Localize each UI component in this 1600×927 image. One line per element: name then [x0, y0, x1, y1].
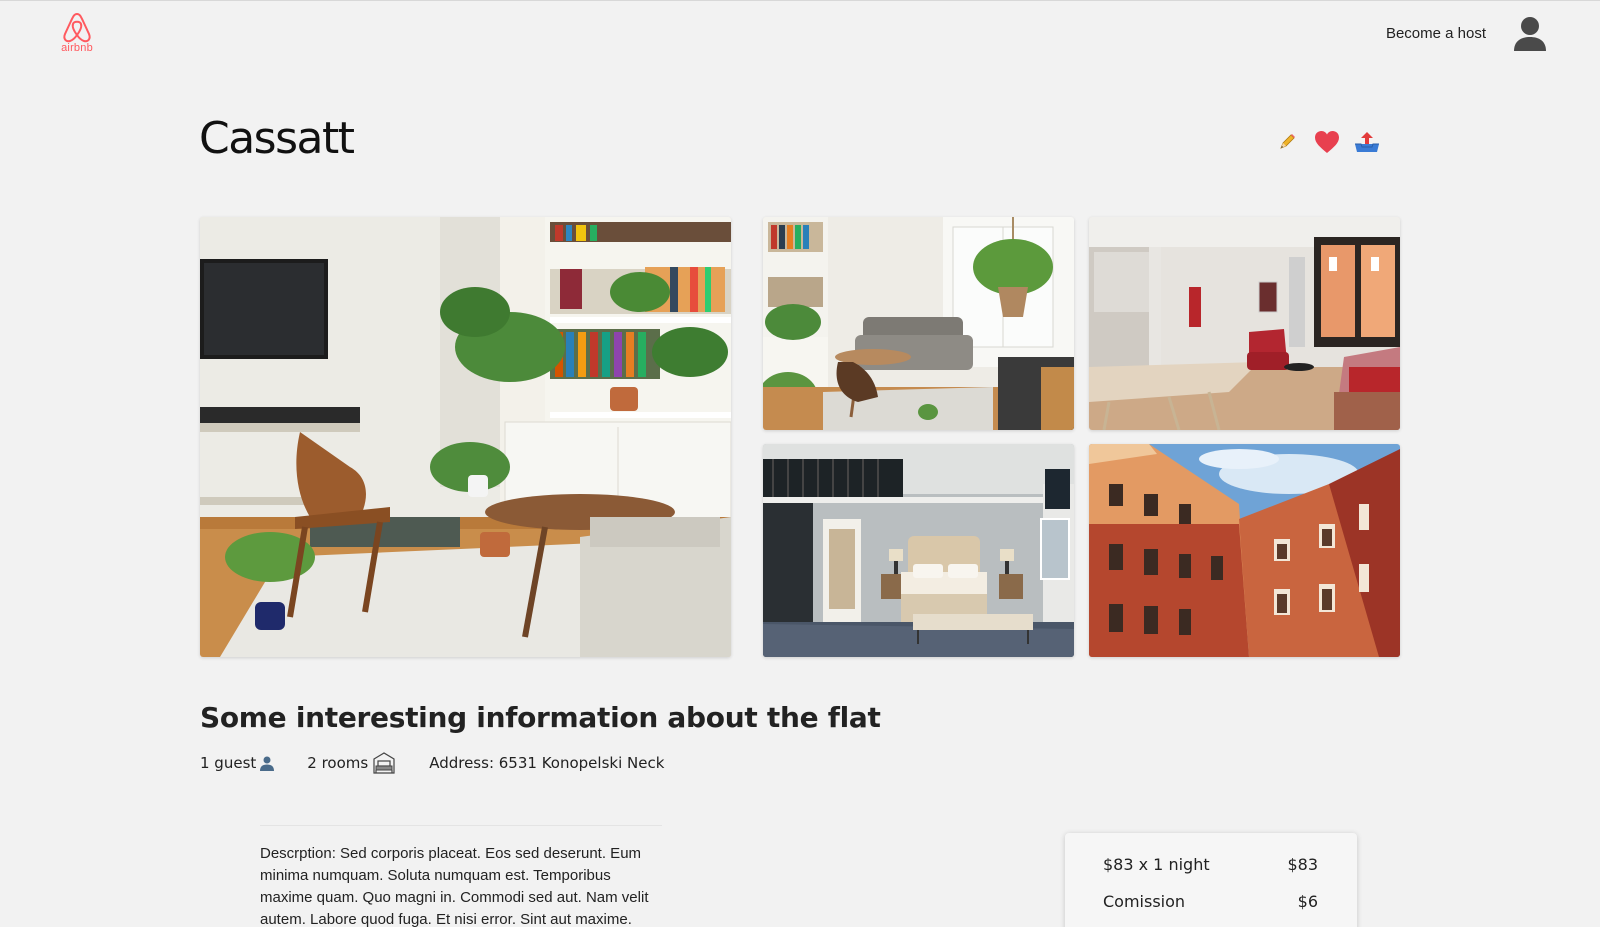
- room-count-label: 2 rooms: [307, 754, 369, 772]
- edit-button[interactable]: [1272, 127, 1302, 157]
- photo-main[interactable]: [200, 217, 731, 657]
- become-host-link[interactable]: Become a host: [1386, 25, 1486, 42]
- price-row-commission: Comission $6: [1103, 892, 1318, 927]
- top-nav: airbnb Become a host: [0, 1, 1600, 71]
- section-divider: [260, 825, 662, 826]
- living-room-sofa-image: [763, 217, 1074, 430]
- room-count: 2 rooms: [307, 751, 397, 775]
- share-button[interactable]: [1352, 127, 1382, 157]
- price-row-value: $83: [1287, 855, 1318, 874]
- price-row-value: $6: [1297, 892, 1318, 911]
- living-room-image: [200, 217, 731, 657]
- building-courtyard-image: [1089, 444, 1400, 657]
- price-row-label: Comission: [1103, 892, 1186, 911]
- photo-4[interactable]: [1089, 444, 1400, 657]
- user-avatar-icon[interactable]: [1512, 15, 1548, 53]
- pencil-icon: [1280, 134, 1295, 149]
- description-text: Descrption: Sed corporis placeat. Eos se…: [260, 845, 649, 927]
- favorite-button[interactable]: [1312, 127, 1342, 157]
- bedroom-image: [763, 444, 1074, 657]
- listing-actions: [1272, 127, 1382, 157]
- photo-3[interactable]: [763, 444, 1074, 657]
- guest-count: 1 guest: [200, 754, 275, 772]
- kitchen-dining-image: [1089, 217, 1400, 430]
- address-label: Address: 6531 Konopelski Neck: [429, 754, 665, 772]
- hotel-icon: [373, 752, 395, 774]
- guest-count-label: 1 guest: [200, 754, 257, 772]
- listing-title: Cassatt: [199, 113, 355, 164]
- airbnb-logo[interactable]: airbnb: [56, 11, 98, 54]
- logo-text: airbnb: [61, 42, 93, 54]
- share-tray-icon: [1355, 132, 1379, 152]
- person-icon: [260, 756, 275, 771]
- listing-facts: 1 guest 2 rooms Address: 6531 Konopelski…: [200, 751, 664, 775]
- photo-2[interactable]: [1089, 217, 1400, 430]
- address: Address: 6531 Konopelski Neck: [429, 754, 664, 772]
- airbnb-logo-icon: [63, 12, 91, 43]
- price-row-nightly: $83 x 1 night $83: [1103, 855, 1318, 892]
- photo-1[interactable]: [763, 217, 1074, 430]
- price-card: $83 x 1 night $83 Comission $6: [1065, 833, 1357, 927]
- price-row-label: $83 x 1 night: [1103, 855, 1210, 874]
- heart-icon: [1315, 131, 1339, 153]
- info-heading: Some interesting information about the f…: [200, 701, 881, 734]
